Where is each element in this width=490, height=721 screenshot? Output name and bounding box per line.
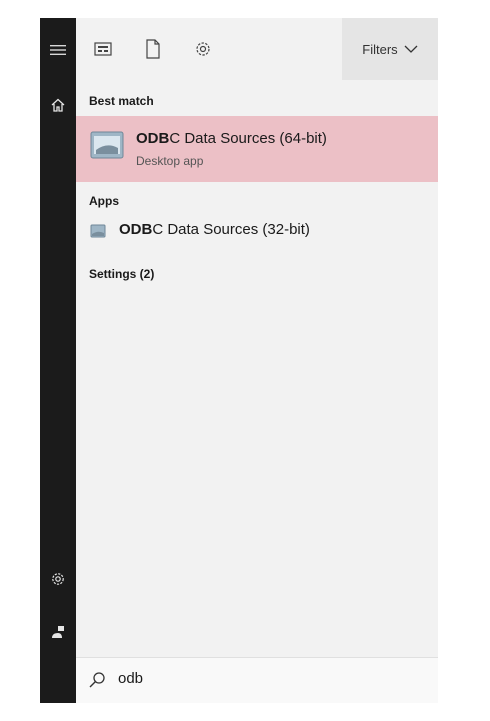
settings-icon[interactable] <box>192 38 214 60</box>
settings-header[interactable]: Settings (2) <box>89 267 154 281</box>
filters-button[interactable]: Filters <box>342 18 438 80</box>
best-match-item[interactable]: ODBC Data Sources (64-bit) Desktop app <box>76 116 438 182</box>
best-match-title: ODBC Data Sources (64-bit) <box>136 130 327 147</box>
search-icon <box>89 672 105 688</box>
home-icon[interactable] <box>48 95 68 115</box>
search-input[interactable]: odb <box>118 670 143 687</box>
filters-label: Filters <box>362 41 398 57</box>
left-rail <box>40 18 76 703</box>
apps-header: Apps <box>89 194 119 208</box>
search-main: Filters Best match ODBC Data Sources (64… <box>76 18 438 703</box>
search-box[interactable]: odb <box>76 657 438 703</box>
card-icon[interactable] <box>92 38 114 60</box>
best-match-header: Best match <box>89 94 154 108</box>
best-match-subtitle: Desktop app <box>136 154 204 168</box>
app-title: ODBC Data Sources (32-bit) <box>119 221 310 238</box>
hamburger-icon[interactable] <box>48 40 68 60</box>
user-icon[interactable] <box>48 622 68 642</box>
document-icon[interactable] <box>142 38 164 60</box>
odbc-app-icon <box>90 131 124 159</box>
chevron-down-icon <box>404 45 418 53</box>
settings-icon[interactable] <box>48 569 68 589</box>
app-item[interactable]: ODBC Data Sources (32-bit) <box>76 216 438 246</box>
toolbar: Filters <box>76 18 438 80</box>
start-search-panel: Filters Best match ODBC Data Sources (64… <box>40 18 438 703</box>
odbc-app-icon <box>90 224 106 238</box>
